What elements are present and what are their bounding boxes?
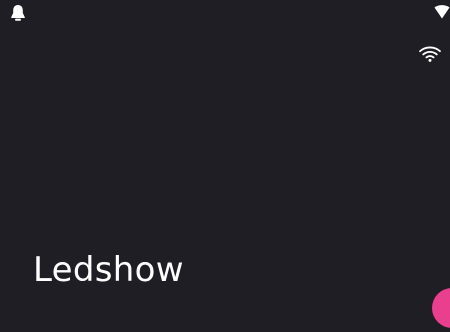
- notification-icon: [11, 5, 25, 21]
- app-title: Ledshow: [33, 250, 184, 290]
- signal-icon: [434, 5, 450, 19]
- add-button[interactable]: [432, 288, 450, 328]
- add-icon: [432, 288, 450, 328]
- status-bar: [0, 0, 450, 26]
- wifi-icon[interactable]: [418, 42, 442, 66]
